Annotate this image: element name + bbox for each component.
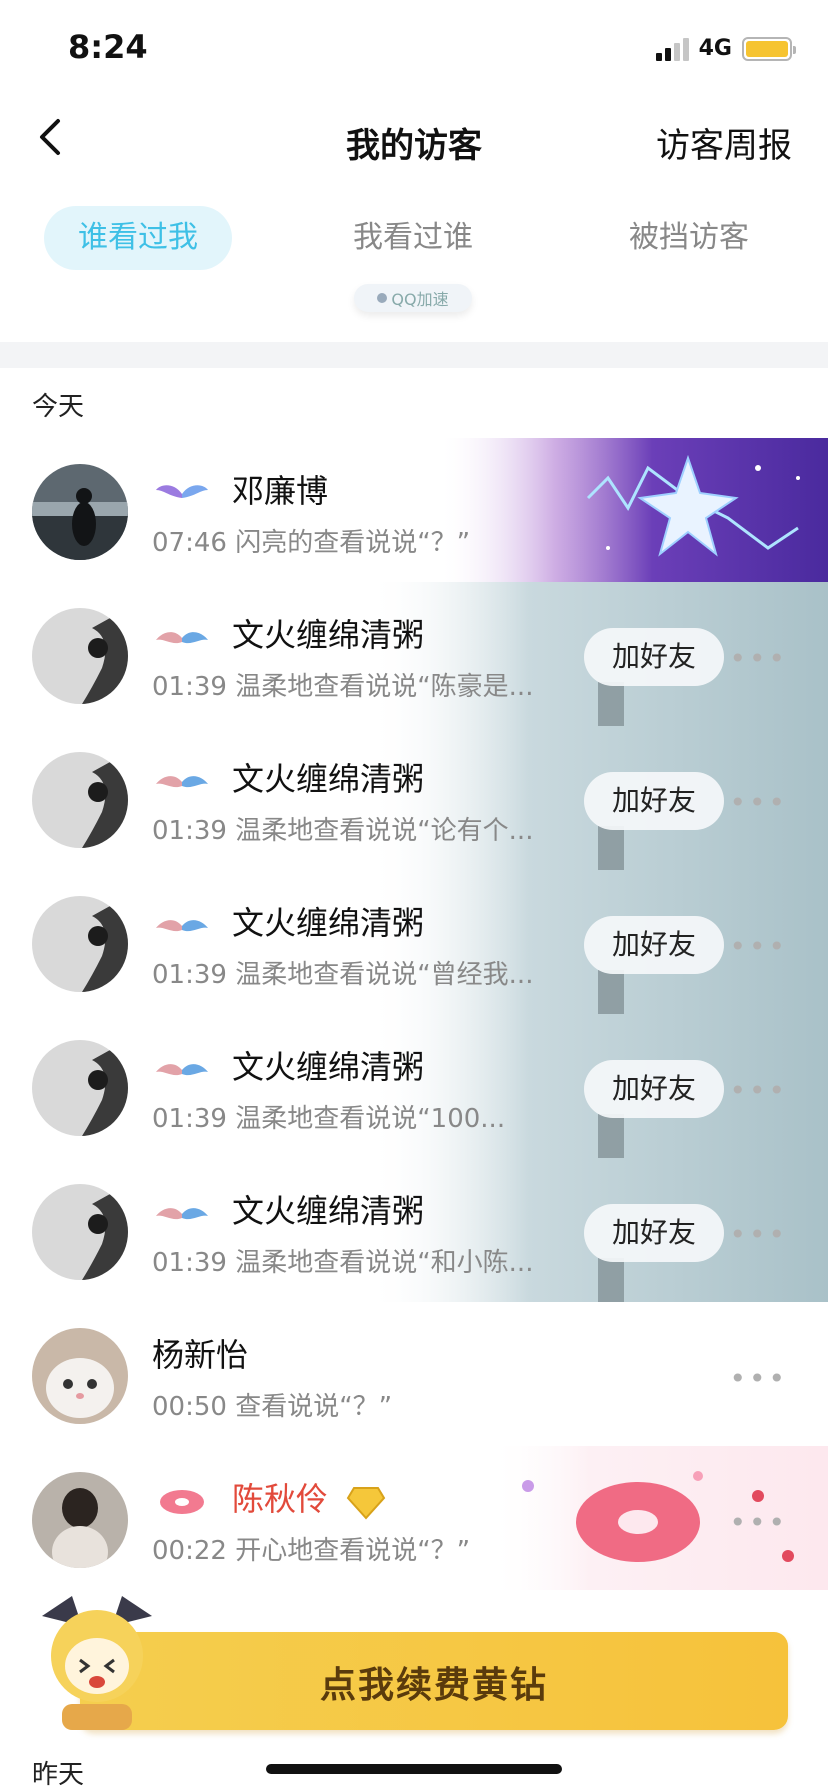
add-friend-button[interactable]: 加好友 (584, 772, 724, 830)
tab-who-viewed-me[interactable]: 谁看过我 (44, 206, 232, 270)
visitor-row[interactable]: 文火缠绵清粥 01:39 温柔地查看说说“和小陈... 加好友 ••• (0, 1158, 828, 1302)
visit-description: 00:22 开心地查看说说“？” (152, 1536, 471, 1566)
mustache-icon (156, 1208, 208, 1220)
visitor-row[interactable]: 文火缠绵清粥 01:39 温柔地查看说说“100... 加好友 ••• (0, 1014, 828, 1158)
more-options-icon[interactable]: ••• (729, 1074, 788, 1107)
mustache-icon (156, 632, 208, 644)
speed-badge-label: QQ加速 (391, 290, 449, 309)
visitor-name: 陈秋伶 (232, 1480, 329, 1518)
avatar[interactable] (32, 1184, 128, 1280)
more-options-icon[interactable]: ••• (729, 1362, 788, 1395)
visitor-row[interactable]: 邓廉博 07:46 闪亮的查看说说“？” (0, 438, 828, 582)
avatar[interactable] (32, 1328, 128, 1424)
network-label: 4G (698, 36, 732, 61)
speed-badge[interactable]: QQ加速 (354, 284, 472, 312)
visit-description: 00:50 查看说说“？” (152, 1392, 393, 1422)
mascot-icon (42, 1596, 152, 1730)
mustache-icon (156, 1064, 208, 1076)
weekly-report-link[interactable]: 访客周报 (656, 118, 792, 167)
diamond-vip-icon (346, 1487, 386, 1520)
visitor-name: 杨新怡 (152, 1336, 249, 1374)
visit-description: 01:39 温柔地查看说说“曾经我... (152, 960, 534, 990)
section-divider (0, 342, 828, 368)
visitor-tabs: 谁看过我 我看过谁 被挡访客 (0, 206, 828, 274)
avatar[interactable] (32, 752, 128, 848)
more-options-icon[interactable]: ••• (729, 930, 788, 963)
avatar[interactable] (32, 1040, 128, 1136)
visitor-row[interactable]: 文火缠绵清粥 01:39 温柔地查看说说“论有个... 加好友 ••• (0, 726, 828, 870)
mustache-icon (156, 776, 208, 788)
visit-description: 01:39 温柔地查看说说“100... (152, 1104, 506, 1134)
tab-blocked-visitors[interactable]: 被挡访客 (594, 206, 784, 270)
tab-who-i-viewed[interactable]: 我看过谁 (318, 206, 508, 270)
visit-description: 01:39 温柔地查看说说“论有个... (152, 816, 534, 846)
more-options-icon[interactable]: ••• (729, 1218, 788, 1251)
visitor-name: 邓廉博 (232, 472, 329, 510)
donut-icon (160, 1490, 204, 1514)
visitor-name: 文火缠绵清粥 (232, 1048, 425, 1086)
visitor-name: 文火缠绵清粥 (232, 616, 425, 654)
visitor-name: 文火缠绵清粥 (232, 904, 425, 942)
add-friend-button[interactable]: 加好友 (584, 1204, 724, 1262)
avatar[interactable] (32, 608, 128, 704)
visitor-name: 文火缠绵清粥 (232, 760, 425, 798)
status-time: 8:24 (68, 28, 148, 66)
nav-bar: 我的访客 访客周报 (0, 96, 828, 186)
visit-description: 07:46 闪亮的查看说说“？” (152, 528, 471, 558)
speed-icon (377, 293, 388, 303)
battery-icon (742, 36, 796, 61)
renew-banner-label: 点我续费黄钻 (319, 1665, 548, 1706)
status-bar: 8:24 4G (0, 0, 828, 96)
avatar[interactable] (32, 896, 128, 992)
starry-card-background (438, 438, 828, 582)
renew-yellow-diamond-button[interactable]: 点我续费黄钻 (80, 1632, 788, 1730)
add-friend-button[interactable]: 加好友 (584, 1060, 724, 1118)
section-header-yesterday: 昨天 (32, 1760, 85, 1790)
add-friend-button[interactable]: 加好友 (584, 916, 724, 974)
visitor-row[interactable]: 文火缠绵清粥 01:39 温柔地查看说说“陈豪是... 加好友 ••• (0, 582, 828, 726)
more-options-icon[interactable]: ••• (729, 642, 788, 675)
visit-description: 01:39 温柔地查看说说“和小陈... (152, 1248, 534, 1278)
mustache-icon (156, 920, 208, 932)
avatar[interactable] (32, 1472, 128, 1568)
more-options-icon[interactable]: ••• (729, 786, 788, 819)
status-indicators: 4G (655, 36, 796, 61)
home-indicator[interactable] (266, 1764, 562, 1774)
visitor-name: 文火缠绵清粥 (232, 1192, 425, 1230)
visitor-row[interactable]: 杨新怡 00:50 查看说说“？” ••• (0, 1302, 828, 1446)
more-options-icon[interactable]: ••• (729, 1506, 788, 1539)
add-friend-button[interactable]: 加好友 (584, 628, 724, 686)
visitor-row[interactable]: 文火缠绵清粥 01:39 温柔地查看说说“曾经我... 加好友 ••• (0, 870, 828, 1014)
avatar[interactable] (32, 464, 128, 560)
visitor-row[interactable]: 陈秋伶 00:22 开心地查看说说“？” ••• (0, 1446, 828, 1590)
wings-icon (156, 485, 208, 498)
visit-description: 01:39 温柔地查看说说“陈豪是... (152, 672, 534, 702)
section-header-today: 今天 (32, 392, 85, 422)
signal-icon (655, 37, 689, 61)
